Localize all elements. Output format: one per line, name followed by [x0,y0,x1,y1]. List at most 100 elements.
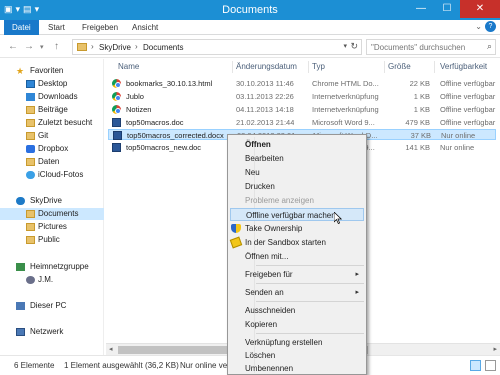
nav-downloads-label: Downloads [38,92,78,101]
chrome-icon [112,79,121,88]
icloud-icon [26,171,35,179]
up-arrow-icon[interactable]: ↑ [54,41,59,52]
nav-documents[interactable]: Documents [0,208,104,220]
menu-item-cut[interactable]: Ausschneiden [230,304,364,317]
window-controls: — ☐ ✕ [408,0,500,18]
menu-item-make-offline[interactable]: Offline verfügbar machen [230,208,364,221]
search-box[interactable]: ⌕ [366,39,496,55]
breadcrumb-documents[interactable]: Documents [143,42,183,53]
column-header-name[interactable]: Name [118,61,139,73]
dropbox-icon [26,145,35,153]
status-item-count: 6 Elemente [14,361,55,370]
menu-item-rename[interactable]: Umbenennen [230,362,364,375]
menu-item-label: In der Sandbox starten [245,238,326,247]
recent-locations-icon[interactable]: ▾ [40,43,44,51]
menu-item-send-to[interactable]: Senden an ▸ [230,286,364,299]
file-name: top50macros_corrected.docx [127,131,224,140]
folder-icon [26,106,35,114]
search-icon[interactable]: ⌕ [487,41,492,52]
menu-item-edit[interactable]: Bearbeiten [230,152,364,165]
scroll-right-icon[interactable]: ▸ [493,345,497,353]
file-row[interactable]: top50macros.doc 21.02.2013 21:44 Microso… [108,117,496,128]
nav-git-label: Git [38,131,49,140]
nav-daten[interactable]: Daten [0,156,104,168]
nav-homegroup-user[interactable]: J.M. [0,274,104,286]
menu-item-print[interactable]: Drucken [230,180,364,193]
menu-item-open[interactable]: Öffnen [230,138,364,151]
breadcrumb-skydrive[interactable]: SkyDrive [99,42,131,53]
nav-favorites[interactable]: ★ Favoriten [0,65,104,77]
file-row[interactable]: Jublo 03.11.2013 22:26 Internetverknüpfu… [108,91,496,102]
menu-item-delete[interactable]: Löschen [230,349,364,362]
minimize-button[interactable]: — [408,0,434,18]
file-row[interactable]: Notizen 04.11.2013 14:18 Internetverknüp… [108,104,496,115]
menu-item-open-with[interactable]: Öffnen mit... [230,250,364,263]
file-availability: Offline verfügbar [440,79,496,88]
column-divider[interactable] [308,61,309,73]
file-date: 04.11.2013 14:18 [236,105,294,114]
nav-pictures[interactable]: Pictures [0,221,104,233]
column-divider[interactable] [232,61,233,73]
nav-downloads[interactable]: Downloads [0,91,104,103]
nav-beitraege[interactable]: Beiträge [0,104,104,116]
file-type: Microsoft Word 9... [312,118,375,127]
breadcrumb-separator[interactable]: › [135,42,138,51]
menu-item-take-ownership[interactable]: Take Ownership [230,222,364,235]
menu-item-label: Senden an [245,288,284,297]
maximize-button[interactable]: ☐ [434,0,460,18]
nav-documents-label: Documents [38,209,79,218]
menu-item-share-with[interactable]: Freigeben für ▸ [230,268,364,281]
help-icon[interactable]: ? [485,21,496,32]
scroll-left-icon[interactable]: ◂ [109,345,113,353]
menu-separator [256,301,364,302]
expand-ribbon-icon[interactable]: ⌄ [475,22,482,31]
folder-icon [26,236,35,244]
sandboxie-icon [229,236,243,249]
file-date: 21.02.2013 21:44 [236,118,295,127]
nav-desktop-label: Desktop [38,79,68,88]
column-header-date[interactable]: Änderungsdatum [236,61,297,73]
nav-dropbox[interactable]: Dropbox [0,143,104,155]
menu-item-run-sandboxed[interactable]: In der Sandbox starten [229,236,364,249]
nav-git[interactable]: Git [0,130,104,142]
file-name: Notizen [126,105,152,114]
tab-start[interactable]: Start [40,20,73,35]
nav-recent-places[interactable]: Zuletzt besucht [0,117,104,129]
nav-this-pc[interactable]: Dieser PC [0,300,104,312]
nav-desktop[interactable]: Desktop [0,78,104,90]
refresh-icon[interactable]: ↻ [350,41,358,52]
nav-icloud-fotos[interactable]: iCloud-Fotos [0,169,104,181]
nav-network[interactable]: Netzwerk [0,326,104,338]
tab-ansicht[interactable]: Ansicht [124,20,166,35]
chrome-icon [112,105,121,114]
menu-item-create-shortcut[interactable]: Verknüpfung erstellen [230,336,364,349]
close-button[interactable]: ✕ [460,0,500,18]
forward-arrow-icon[interactable]: → [24,41,34,52]
submenu-arrow-icon: ▸ [355,289,359,296]
column-header-availability[interactable]: Verfügbarkeit [440,61,487,73]
nav-public[interactable]: Public [0,234,104,246]
large-icons-view-icon[interactable] [485,360,496,371]
desktop-icon [26,80,35,88]
address-dropdown-icon[interactable]: ▾ [343,42,347,50]
word-document-icon [113,131,122,140]
column-divider[interactable] [384,61,385,73]
details-view-icon[interactable] [470,360,481,371]
menu-item-new[interactable]: Neu [230,166,364,179]
back-arrow-icon[interactable]: ← [8,41,18,52]
search-input[interactable] [371,42,476,53]
tab-freigeben[interactable]: Freigeben [74,20,126,35]
nav-homegroup[interactable]: Heimnetzgruppe [0,261,104,273]
tab-datei[interactable]: Datei [4,20,39,35]
address-bar[interactable]: › SkyDrive › Documents ▾ ↻ [72,39,362,55]
uac-shield-icon [231,224,241,233]
nav-homegroup-user-label: J.M. [38,275,54,284]
breadcrumb-separator[interactable]: › [91,42,94,51]
column-header-size[interactable]: Größe [388,61,411,73]
status-selection: 1 Element ausgewählt (36,2 KB) [64,361,179,370]
nav-skydrive[interactable]: SkyDrive [0,195,104,207]
menu-item-copy[interactable]: Kopieren [230,318,364,331]
column-divider[interactable] [434,61,435,73]
column-header-type[interactable]: Typ [312,61,325,73]
file-row[interactable]: bookmarks_30.10.13.html 30.10.2013 11:46… [108,78,496,89]
